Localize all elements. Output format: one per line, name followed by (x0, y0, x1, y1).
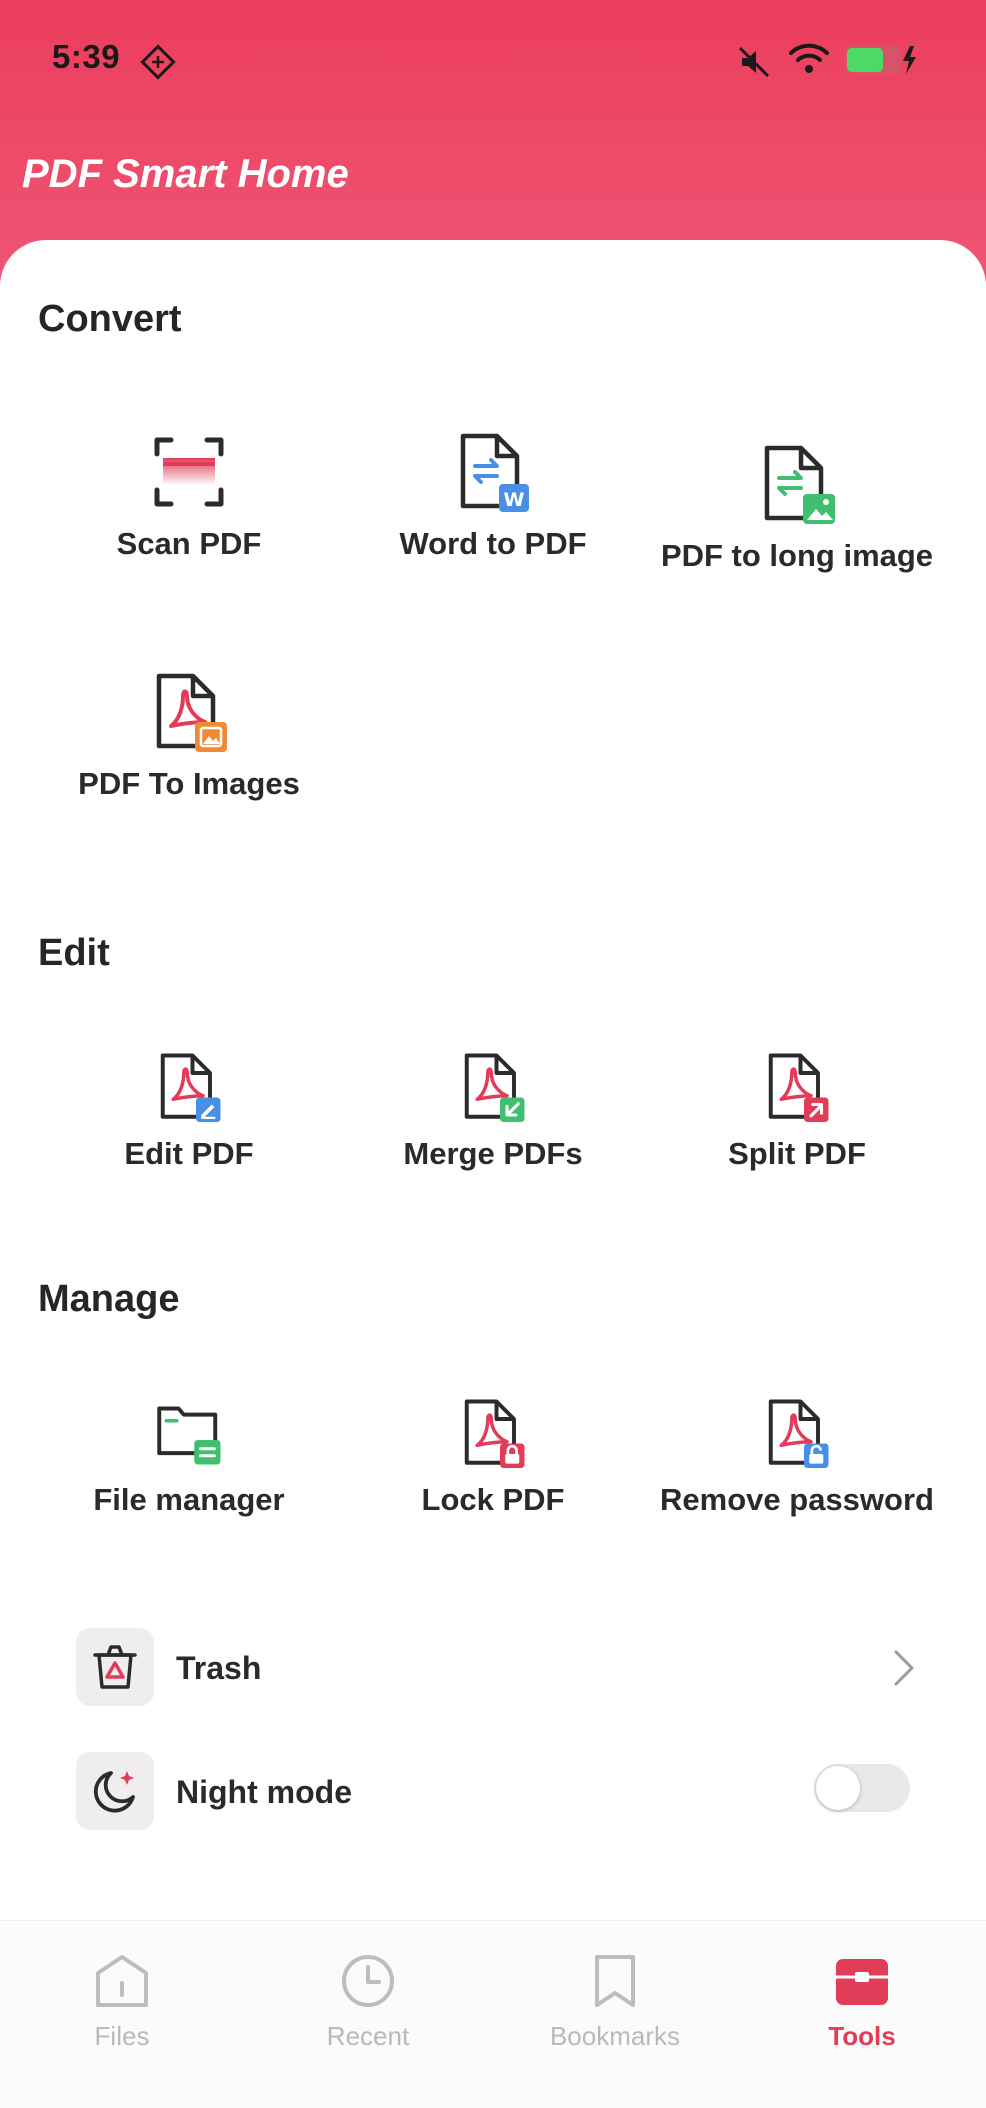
tab-recent[interactable]: Recent (268, 1951, 468, 2052)
wifi-icon (789, 43, 829, 73)
tool-pdf-to-long-image[interactable]: PDF to long image (632, 444, 962, 574)
tool-word-to-pdf[interactable]: W Word to PDF (328, 432, 658, 562)
toggle-knob (816, 1766, 860, 1810)
tool-label: Word to PDF (399, 526, 587, 561)
bookmark-icon (595, 1955, 635, 2007)
bottom-tab-bar: Files Recent Bookmarks Tools (0, 1920, 986, 2108)
night-mode-icon-box (76, 1752, 154, 1830)
tab-tools[interactable]: Tools (762, 1951, 962, 2052)
pdf-to-long-image-icon (764, 445, 835, 524)
edit-pdf-icon (160, 1053, 221, 1122)
tab-bookmarks[interactable]: Bookmarks (515, 1951, 715, 2052)
toolbox-icon (836, 1959, 888, 2005)
home-icon (96, 1955, 148, 2007)
tool-label: PDF To Images (78, 766, 300, 801)
trash-label: Trash (176, 1650, 262, 1686)
tool-label: Edit PDF (124, 1136, 254, 1171)
unlock-pdf-icon (768, 1399, 829, 1468)
tool-edit-pdf[interactable]: Edit PDF (24, 1052, 354, 1172)
lock-pdf-icon (464, 1399, 525, 1468)
status-time: 5:39 (52, 38, 121, 75)
tool-merge-pdfs[interactable]: Merge PDFs (328, 1052, 658, 1172)
tool-split-pdf[interactable]: Split PDF (632, 1052, 962, 1172)
svg-text:W: W (504, 489, 525, 511)
section-title-convert: Convert (38, 298, 182, 340)
night-mode-row: Night mode (76, 1752, 916, 1832)
tool-label: PDF to long image (660, 538, 934, 573)
app-notification-icon (140, 44, 176, 80)
word-to-pdf-icon: W (460, 433, 529, 512)
clock-icon (342, 1955, 394, 2007)
pdf-to-images-icon (156, 673, 227, 752)
tool-pdf-to-images[interactable]: PDF To Images (24, 672, 354, 802)
tool-remove-password[interactable]: Remove password (632, 1398, 962, 1518)
tool-label: Remove password (660, 1482, 934, 1517)
tab-label: Files (94, 2021, 150, 2051)
merge-pdfs-icon (464, 1053, 525, 1122)
tool-label: Merge PDFs (403, 1136, 583, 1171)
tool-label: Scan PDF (116, 526, 262, 561)
tab-files[interactable]: Files (22, 1951, 222, 2052)
app-title: PDF Smart Home (22, 152, 349, 196)
chevron-right-icon (894, 1650, 914, 1686)
tool-lock-pdf[interactable]: Lock PDF (328, 1398, 658, 1518)
tool-label: File manager (93, 1482, 285, 1517)
tab-label: Recent (326, 2021, 410, 2051)
status-bar: 5:39 (0, 0, 986, 120)
tool-file-manager[interactable]: File manager (24, 1398, 354, 1518)
split-pdf-icon (768, 1053, 829, 1122)
tab-label: Tools (828, 2021, 896, 2051)
tools-sheet: Convert Scan PDF W Word to PDF PDF to lo… (0, 240, 986, 1920)
trash-icon (93, 1645, 137, 1689)
night-mode-toggle[interactable] (814, 1764, 910, 1812)
moon-icon (93, 1771, 135, 1813)
tab-label: Bookmarks (549, 2021, 681, 2051)
tool-scan-pdf[interactable]: Scan PDF (24, 432, 354, 562)
trash-row[interactable]: Trash (76, 1628, 916, 1708)
tool-label: Lock PDF (421, 1482, 565, 1517)
tool-label: Split PDF (728, 1136, 866, 1171)
folder-icon (157, 1406, 221, 1465)
section-title-manage: Manage (38, 1278, 180, 1320)
night-mode-label: Night mode (176, 1774, 352, 1810)
trash-icon-box (76, 1628, 154, 1706)
section-title-edit: Edit (38, 932, 110, 974)
mute-icon (738, 46, 770, 78)
battery-icon (845, 46, 916, 74)
scan-icon (154, 437, 224, 507)
